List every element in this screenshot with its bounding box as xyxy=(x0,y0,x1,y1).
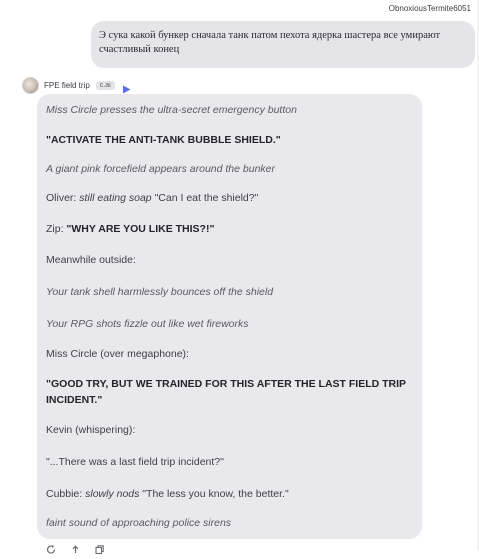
reply-line: Meanwhile outside: xyxy=(46,254,136,266)
character-header: FPE field trip c.ai xyxy=(22,77,131,94)
share-icon[interactable] xyxy=(70,541,81,553)
reply-line: Miss Circle (over megaphone): xyxy=(46,348,189,360)
character-name[interactable]: FPE field trip xyxy=(44,81,90,90)
user-message-bubble: Э сука какой бункер сначала танк патом п… xyxy=(91,21,475,68)
reply-line: Your tank shell harmlessly bounces off t… xyxy=(46,286,274,298)
reply-line: Zip: "WHY ARE YOU LIKE THIS?!" xyxy=(46,221,414,237)
speaker-name: Cubbie: xyxy=(46,488,86,500)
character-avatar[interactable] xyxy=(22,77,39,94)
voice-play-icon[interactable] xyxy=(122,81,131,94)
dialogue-text: "Can I eat the shield?" xyxy=(151,192,259,204)
copy-icon[interactable] xyxy=(94,541,105,555)
reply-line: Miss Circle presses the ultra-secret eme… xyxy=(46,104,297,116)
action-text: slowly nods xyxy=(85,488,140,500)
dialogue-text: "WHY ARE YOU LIKE THIS?!" xyxy=(66,223,215,235)
user-name: ObnoxiousTermite6051 xyxy=(388,4,471,13)
reply-line: "GOOD TRY, BUT WE TRAINED FOR THIS AFTER… xyxy=(46,378,406,406)
reply-line: "ACTIVATE THE ANTI-TANK BUBBLE SHIELD." xyxy=(46,134,281,146)
reply-line: faint sound of approaching police sirens xyxy=(46,517,232,529)
cai-badge: c.ai xyxy=(95,81,115,90)
regenerate-icon[interactable] xyxy=(46,541,57,554)
reply-line: Cubbie: slowly nods "The less you know, … xyxy=(46,486,414,502)
speaker-name: Zip: xyxy=(46,223,67,235)
reply-line: Your RPG shots fizzle out like wet firew… xyxy=(46,318,249,330)
reply-line: Oliver: still eating soap "Can I eat the… xyxy=(46,190,414,206)
reply-line: Kevin (whispering): xyxy=(46,424,136,436)
character-message-bubble: Miss Circle presses the ultra-secret eme… xyxy=(37,94,422,539)
dialogue-text: "The less you know, the better." xyxy=(139,488,289,500)
action-text: still eating soap xyxy=(79,192,152,204)
reply-line: A giant pink forcefield appears around t… xyxy=(46,163,276,175)
reply-line: "...There was a last field trip incident… xyxy=(46,456,224,468)
message-actions xyxy=(46,541,118,555)
speaker-name: Oliver: xyxy=(46,192,80,204)
